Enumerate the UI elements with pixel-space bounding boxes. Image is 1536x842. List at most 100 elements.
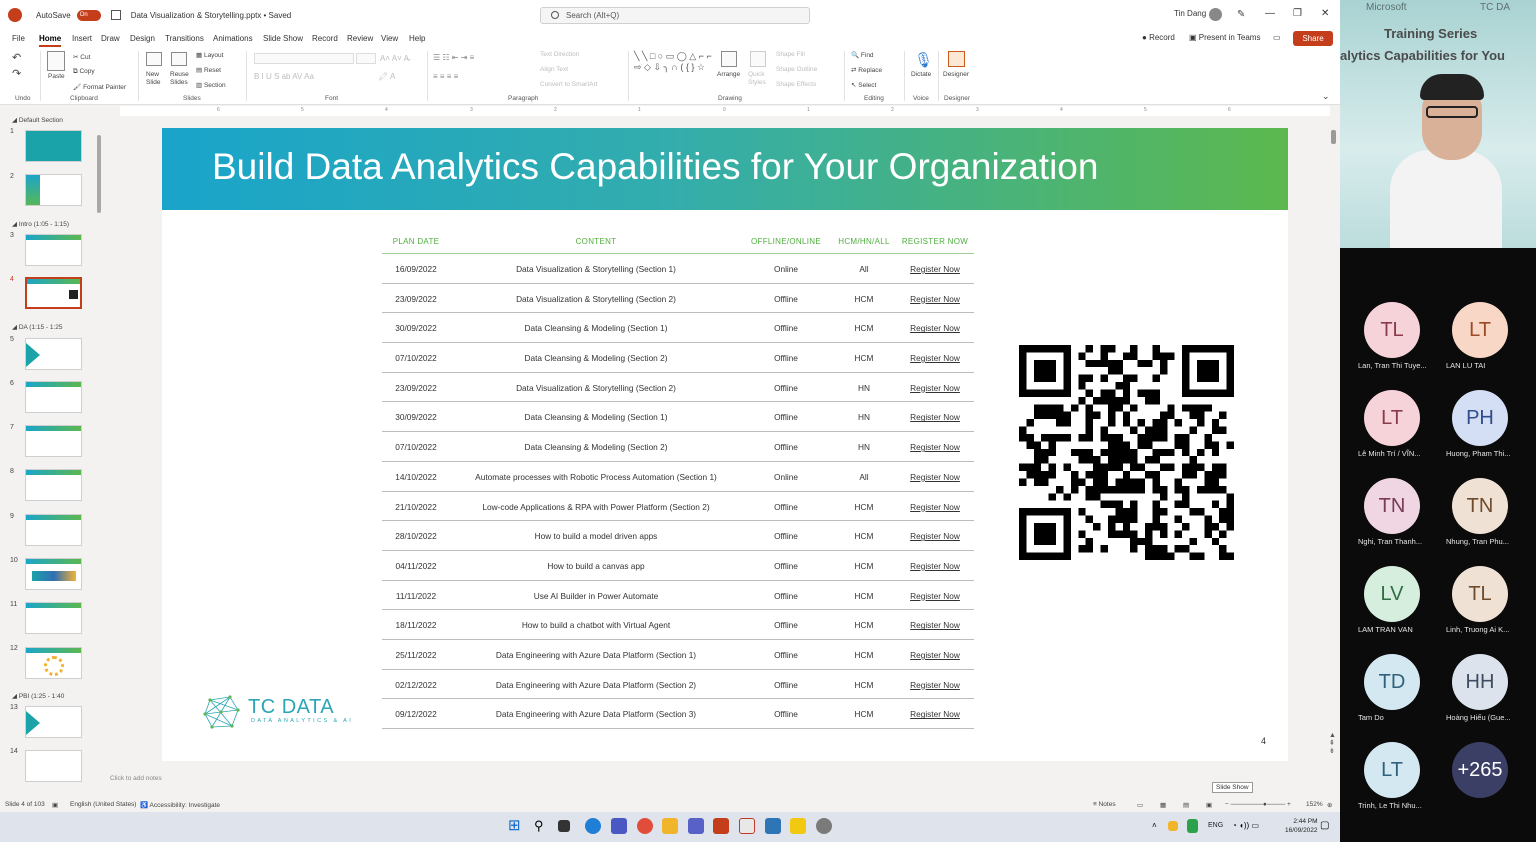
designer-icon[interactable]: [948, 51, 965, 67]
participant-avatar[interactable]: LT: [1364, 390, 1420, 446]
thumbnail-scrollbar[interactable]: [97, 135, 101, 213]
section-header[interactable]: ◢ DA (1:15 - 1:25: [12, 323, 63, 331]
undo-icon[interactable]: ↶: [12, 51, 21, 64]
section-header[interactable]: ◢ Intro (1:05 - 1:15): [12, 220, 69, 228]
start-icon[interactable]: ⊞: [508, 818, 524, 834]
language-indicator[interactable]: ENG: [1208, 822, 1223, 829]
tab-home[interactable]: Home: [39, 34, 62, 47]
zoom-level[interactable]: 152%: [1306, 801, 1323, 808]
participant-avatar[interactable]: LT: [1364, 742, 1420, 798]
avatar[interactable]: [1209, 8, 1222, 21]
register-now-link[interactable]: Register Now: [896, 709, 974, 719]
select-button[interactable]: ↖ Select: [851, 81, 876, 89]
fit-to-window-icon[interactable]: ⊕: [1327, 801, 1332, 809]
participant-avatar[interactable]: HH: [1452, 654, 1508, 710]
register-now-link[interactable]: Register Now: [896, 383, 974, 393]
accessibility-status[interactable]: ♿ Accessibility: Investigate: [140, 801, 220, 809]
tray-overflow-icon[interactable]: ˄: [1152, 818, 1168, 834]
arrange-button[interactable]: Arrange: [717, 71, 740, 78]
presenter-video[interactable]: Microsoft TC DA Training Series alytics …: [1340, 0, 1536, 248]
chrome-icon[interactable]: [637, 818, 653, 834]
participant-avatar[interactable]: TL: [1452, 566, 1508, 622]
schedule-table[interactable]: PLAN DATE CONTENT OFFLINE/ONLINE HCM/HN/…: [382, 226, 974, 729]
powerpoint-taskbar-icon[interactable]: [713, 818, 729, 834]
slide-thumbnail-selected[interactable]: [25, 277, 82, 309]
register-now-link[interactable]: Register Now: [896, 323, 974, 333]
close-icon[interactable]: ✕: [1321, 8, 1329, 19]
autosave-toggle[interactable]: On: [76, 9, 101, 21]
register-now-link[interactable]: Register Now: [896, 472, 974, 482]
register-now-link[interactable]: Register Now: [896, 650, 974, 660]
convert-smartart-button[interactable]: Convert to SmartArt: [540, 81, 597, 88]
section-header[interactable]: ◢ Default Section: [12, 116, 63, 124]
save-icon[interactable]: [110, 10, 121, 20]
slide-thumbnail[interactable]: [25, 558, 82, 590]
list-icons[interactable]: ☰ ☷ ⇤ ⇥ ≡: [433, 53, 474, 62]
reset-button[interactable]: ▤ Reset: [196, 66, 221, 74]
edge-icon[interactable]: [585, 818, 601, 834]
redo-icon[interactable]: ↷: [12, 67, 21, 80]
cut-button[interactable]: ✂ Cut: [73, 53, 90, 61]
slide-thumbnail[interactable]: [25, 338, 82, 370]
app-icon[interactable]: [765, 818, 781, 834]
register-now-link[interactable]: Register Now: [896, 531, 974, 541]
participant-avatar[interactable]: LV: [1364, 566, 1420, 622]
section-button[interactable]: ▥ Section: [196, 81, 226, 89]
slide-title[interactable]: Build Data Analytics Capabilities for Yo…: [212, 146, 1098, 188]
clock[interactable]: 2:44 PM 16/09/2022: [1285, 817, 1318, 835]
minimize-icon[interactable]: —: [1265, 8, 1275, 19]
present-in-teams-button[interactable]: ▣ Present in Teams: [1189, 33, 1260, 42]
power-bi-icon[interactable]: [790, 818, 806, 834]
register-now-link[interactable]: Register Now: [896, 502, 974, 512]
prev-next-slide-icons[interactable]: ▲ ⇞ ⇟: [1329, 732, 1336, 756]
share-button[interactable]: Share: [1293, 31, 1333, 46]
tab-record[interactable]: Record: [312, 34, 338, 43]
tab-animations[interactable]: Animations: [213, 34, 253, 43]
reading-view-icon[interactable]: ▤: [1183, 801, 1189, 809]
pen-icon[interactable]: ✎: [1237, 9, 1245, 20]
slide-thumbnail[interactable]: [25, 647, 82, 679]
vertical-scrollbar[interactable]: [1331, 130, 1336, 144]
arrange-icon[interactable]: [721, 51, 737, 67]
section-header[interactable]: ◢ PBI (1:25 - 1:40: [12, 692, 64, 700]
slide-canvas[interactable]: Build Data Analytics Capabilities for Yo…: [162, 128, 1288, 761]
file-title[interactable]: Data Visualization & Storytelling.pptx •…: [131, 11, 292, 20]
notes-button[interactable]: ≡ Notes: [1093, 801, 1116, 808]
reuse-slides-button[interactable]: Reuse Slides: [170, 71, 192, 87]
participant-avatar[interactable]: TN: [1364, 478, 1420, 534]
proofing-icon[interactable]: ▣: [52, 801, 58, 809]
participant-avatar[interactable]: TL: [1364, 302, 1420, 358]
participant-avatar[interactable]: +265: [1452, 742, 1508, 798]
slide-thumbnail[interactable]: [25, 602, 82, 634]
dictate-button[interactable]: Dictate: [911, 71, 931, 78]
layout-button[interactable]: ▦ Layout: [196, 51, 223, 59]
notes-placeholder[interactable]: Click to add notes: [110, 775, 162, 782]
font-name-dropdown[interactable]: [254, 53, 354, 64]
user-name[interactable]: Tin Dang: [1174, 9, 1206, 18]
language-status[interactable]: English (United States): [70, 801, 136, 808]
replace-button[interactable]: ⇄ Replace: [851, 66, 882, 74]
register-now-link[interactable]: Register Now: [896, 561, 974, 571]
participant-avatar[interactable]: LT: [1452, 302, 1508, 358]
slide-thumbnail[interactable]: [25, 706, 82, 738]
shape-effects-button[interactable]: Shape Effects: [776, 81, 816, 88]
slide-thumbnail[interactable]: [25, 750, 82, 782]
file-explorer-icon[interactable]: [662, 818, 678, 834]
font-color-icons[interactable]: 🖍 A: [378, 72, 395, 81]
register-now-link[interactable]: Register Now: [896, 294, 974, 304]
teams-work-icon[interactable]: [688, 818, 704, 834]
format-painter-button[interactable]: 🖌 Format Painter: [73, 83, 126, 91]
slide-thumbnail[interactable]: [25, 425, 82, 457]
comments-icon[interactable]: ▭: [1273, 33, 1281, 42]
search-icon[interactable]: ⚲: [534, 818, 550, 834]
slide-show-icon[interactable]: ▣: [1206, 801, 1212, 809]
participant-avatar[interactable]: TD: [1364, 654, 1420, 710]
microphone-icon[interactable]: 🎙: [914, 51, 933, 69]
record-button[interactable]: ● Record: [1142, 33, 1175, 42]
paste-icon[interactable]: [47, 51, 65, 71]
normal-view-icon[interactable]: ▭: [1137, 801, 1143, 809]
register-now-link[interactable]: Register Now: [896, 353, 974, 363]
tray-app-icon[interactable]: [1168, 821, 1178, 831]
shape-fill-button[interactable]: Shape Fill: [776, 51, 805, 58]
shapes-gallery[interactable]: ╲ ╲ □ ○ ▭ ◯ △ ⌐ ⌐ ⇨ ◇ ⇩ ╮ ∩ ( { } ☆: [634, 51, 714, 73]
